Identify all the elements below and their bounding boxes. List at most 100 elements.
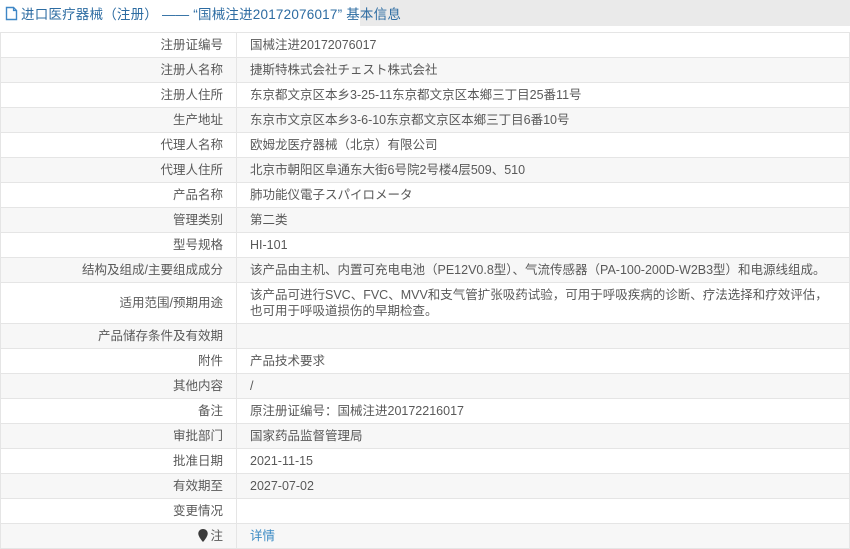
row-label-text: 变更情况 xyxy=(173,504,223,518)
row-label: 审批部门 xyxy=(1,424,237,449)
row-label-text: 备注 xyxy=(198,404,223,418)
table-row: 注册人名称 捷斯特株式会社チェスト株式会社 xyxy=(1,58,850,83)
row-label-text: 注册人住所 xyxy=(160,88,223,102)
row-value: 第二类 xyxy=(237,208,850,233)
row-value-text: 欧姆龙医疗器械（北京）有限公司 xyxy=(250,138,438,152)
pin-icon xyxy=(198,529,208,542)
row-value-text: 该产品由主机、内置可充电电池（PE12V0.8型）、气流传感器（PA-100-2… xyxy=(250,263,826,277)
document-icon xyxy=(5,6,18,21)
row-label-text: 注册人名称 xyxy=(160,63,223,77)
table-row: 有效期至 2027-07-02 xyxy=(1,474,850,499)
table-row: 审批部门 国家药品监督管理局 xyxy=(1,424,850,449)
row-value: 肺功能仪電子スパイロメータ xyxy=(237,183,850,208)
row-label-text: 代理人名称 xyxy=(160,138,223,152)
row-label-text: 型号规格 xyxy=(173,238,223,252)
page-header-tab: 进口医疗器械（注册） —— “国械注进20172076017” 基本信息 xyxy=(0,0,360,26)
table-row: 生产地址 东京市文京区本乡3-6-10东京都文京区本鄉三丁目6番10号 xyxy=(1,108,850,133)
row-label-text: 批准日期 xyxy=(173,454,223,468)
table-row: 注 详情 xyxy=(1,524,850,549)
row-value-text: 肺功能仪電子スパイロメータ xyxy=(250,188,413,202)
table-row: 代理人住所 北京市朝阳区阜通东大街6号院2号楼4层509、510 xyxy=(1,158,850,183)
row-label: 结构及组成/主要组成成分 xyxy=(1,258,237,283)
row-value-text: / xyxy=(250,379,253,393)
row-label: 适用范围/预期用途 xyxy=(1,283,237,324)
row-label: 变更情况 xyxy=(1,499,237,524)
table-row: 注册人住所东京都文京区本乡3-25-11东京都文京区本鄉三丁目25番11号 xyxy=(1,83,850,108)
row-value xyxy=(237,324,850,349)
details-link[interactable]: 详情 xyxy=(250,529,275,543)
row-value: HI-101 xyxy=(237,233,850,258)
row-label-text: 审批部门 xyxy=(173,429,223,443)
row-label-text: 注册证编号 xyxy=(160,38,223,52)
row-value: 2021-11-15 xyxy=(237,449,850,474)
row-label-text: 产品储存条件及有效期 xyxy=(98,329,223,343)
row-value: 捷斯特株式会社チェスト株式会社 xyxy=(237,58,850,83)
row-label: 型号规格 xyxy=(1,233,237,258)
row-value: 北京市朝阳区阜通东大街6号院2号楼4层509、510 xyxy=(237,158,850,183)
row-label-text: 产品名称 xyxy=(173,188,223,202)
table-row: 代理人名称 欧姆龙医疗器械（北京）有限公司 xyxy=(1,133,850,158)
row-label-text: 管理类别 xyxy=(173,213,223,227)
row-value: 原注册证编号：国械注进20172216017 xyxy=(237,399,850,424)
row-value-text: 产品技术要求 xyxy=(250,354,325,368)
row-label: 注册人名称 xyxy=(1,58,237,83)
row-value-text: HI-101 xyxy=(250,238,288,252)
row-label-text: 注 xyxy=(210,529,223,543)
row-value-text: 国家药品监督管理局 xyxy=(250,429,363,443)
row-label-text: 生产地址 xyxy=(173,113,223,127)
row-label-text: 有效期至 xyxy=(173,479,223,493)
row-label: 注 xyxy=(1,524,237,549)
table-row: 备注 原注册证编号：国械注进20172216017 xyxy=(1,399,850,424)
row-label: 注册证编号 xyxy=(1,33,237,58)
row-label: 批准日期 xyxy=(1,449,237,474)
table-row: 适用范围/预期用途 该产品可进行SVC、FVC、MVV和支气管扩张吸药试验，可用于… xyxy=(1,283,850,324)
row-label: 管理类别 xyxy=(1,208,237,233)
row-value-text: 国械注进20172076017 xyxy=(250,38,376,52)
row-value-text: 捷斯特株式会社チェスト株式会社 xyxy=(250,63,438,77)
row-value-text: 第二类 xyxy=(250,213,288,227)
row-value-text: 北京市朝阳区阜通东大街6号院2号楼4层509、510 xyxy=(250,163,525,177)
row-value: 东京都文京区本乡3-25-11东京都文京区本鄉三丁目25番11号 xyxy=(237,83,850,108)
row-label: 产品储存条件及有效期 xyxy=(1,324,237,349)
info-table: 注册证编号 国械注进20172076017 注册人名称 捷斯特株式会社チェスト株式会社… xyxy=(0,32,850,549)
row-label-text: 结构及组成/主要组成成分 xyxy=(82,263,223,277)
table-row: 管理类别 第二类 xyxy=(1,208,850,233)
registration-info-section: 注册证编号 国械注进20172076017 注册人名称 捷斯特株式会社チェスト株式会社… xyxy=(0,32,850,549)
row-value-text: 2027-07-02 xyxy=(250,479,314,493)
table-row: 产品名称 肺功能仪電子スパイロメータ xyxy=(1,183,850,208)
table-row: 变更情况 xyxy=(1,499,850,524)
row-label: 生产地址 xyxy=(1,108,237,133)
row-label: 其他内容 xyxy=(1,374,237,399)
row-label-text: 附件 xyxy=(198,354,223,368)
row-value: 该产品可进行SVC、FVC、MVV和支气管扩张吸药试验，可用于呼吸疾病的诊断、疗… xyxy=(237,283,850,324)
row-value: 2027-07-02 xyxy=(237,474,850,499)
row-value xyxy=(237,499,850,524)
table-row: 批准日期 2021-11-15 xyxy=(1,449,850,474)
row-label: 代理人住所 xyxy=(1,158,237,183)
row-label: 有效期至 xyxy=(1,474,237,499)
row-value-text: 原注册证编号：国械注进20172216017 xyxy=(250,404,464,418)
row-value-text: 2021-11-15 xyxy=(250,454,313,468)
row-value: 国家药品监督管理局 xyxy=(237,424,850,449)
row-value-text: 该产品可进行SVC、FVC、MVV和支气管扩张吸药试验，可用于呼吸疾病的诊断、疗… xyxy=(250,288,828,318)
row-value: 详情 xyxy=(237,524,850,549)
row-label: 备注 xyxy=(1,399,237,424)
table-row: 型号规格 HI-101 xyxy=(1,233,850,258)
table-row: 产品储存条件及有效期 xyxy=(1,324,850,349)
table-row: 其他内容 / xyxy=(1,374,850,399)
row-label: 注册人住所 xyxy=(1,83,237,108)
table-row: 附件 产品技术要求 xyxy=(1,349,850,374)
row-value: / xyxy=(237,374,850,399)
row-label-text: 代理人住所 xyxy=(160,163,223,177)
row-value: 东京市文京区本乡3-6-10东京都文京区本鄉三丁目6番10号 xyxy=(237,108,850,133)
row-label-text: 其他内容 xyxy=(173,379,223,393)
page-header: 进口医疗器械（注册） —— “国械注进20172076017” 基本信息 xyxy=(0,0,850,26)
row-label: 附件 xyxy=(1,349,237,374)
row-label: 代理人名称 xyxy=(1,133,237,158)
row-value: 国械注进20172076017 xyxy=(237,33,850,58)
row-label-text: 适用范围/预期用途 xyxy=(120,296,223,310)
table-row: 注册证编号 国械注进20172076017 xyxy=(1,33,850,58)
page-title: 进口医疗器械（注册） —— “国械注进20172076017” 基本信息 xyxy=(21,3,401,23)
row-value-text: 东京市文京区本乡3-6-10东京都文京区本鄉三丁目6番10号 xyxy=(250,113,570,127)
row-label: 产品名称 xyxy=(1,183,237,208)
